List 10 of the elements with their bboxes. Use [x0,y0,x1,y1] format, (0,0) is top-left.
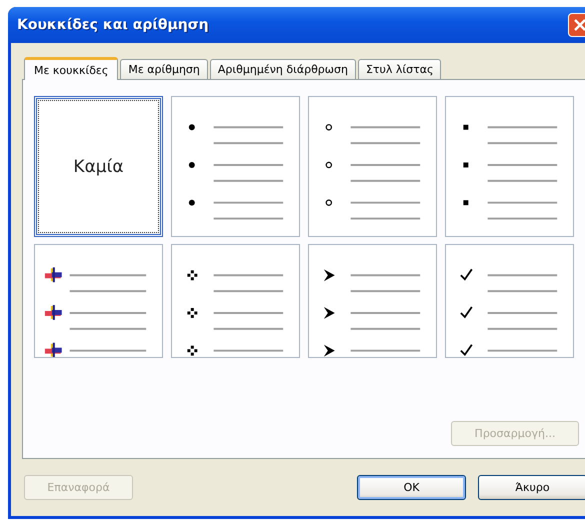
close-button[interactable] [568,13,585,37]
ok-button[interactable]: OK [357,475,466,500]
cancel-button[interactable]: Άκυρο [478,475,585,500]
tab[interactable]: Με αρίθμηση [120,59,208,79]
tab[interactable]: Αριθμημένη διάρθρωση [210,59,356,79]
tab[interactable]: Με κουκκίδες [24,57,118,80]
close-icon [573,18,585,32]
window-title: Κουκκίδες και αρίθμηση [17,17,209,33]
tab[interactable]: Στυλ λίστας [358,59,442,79]
bullet-style-option[interactable]: Καμία [34,96,163,237]
